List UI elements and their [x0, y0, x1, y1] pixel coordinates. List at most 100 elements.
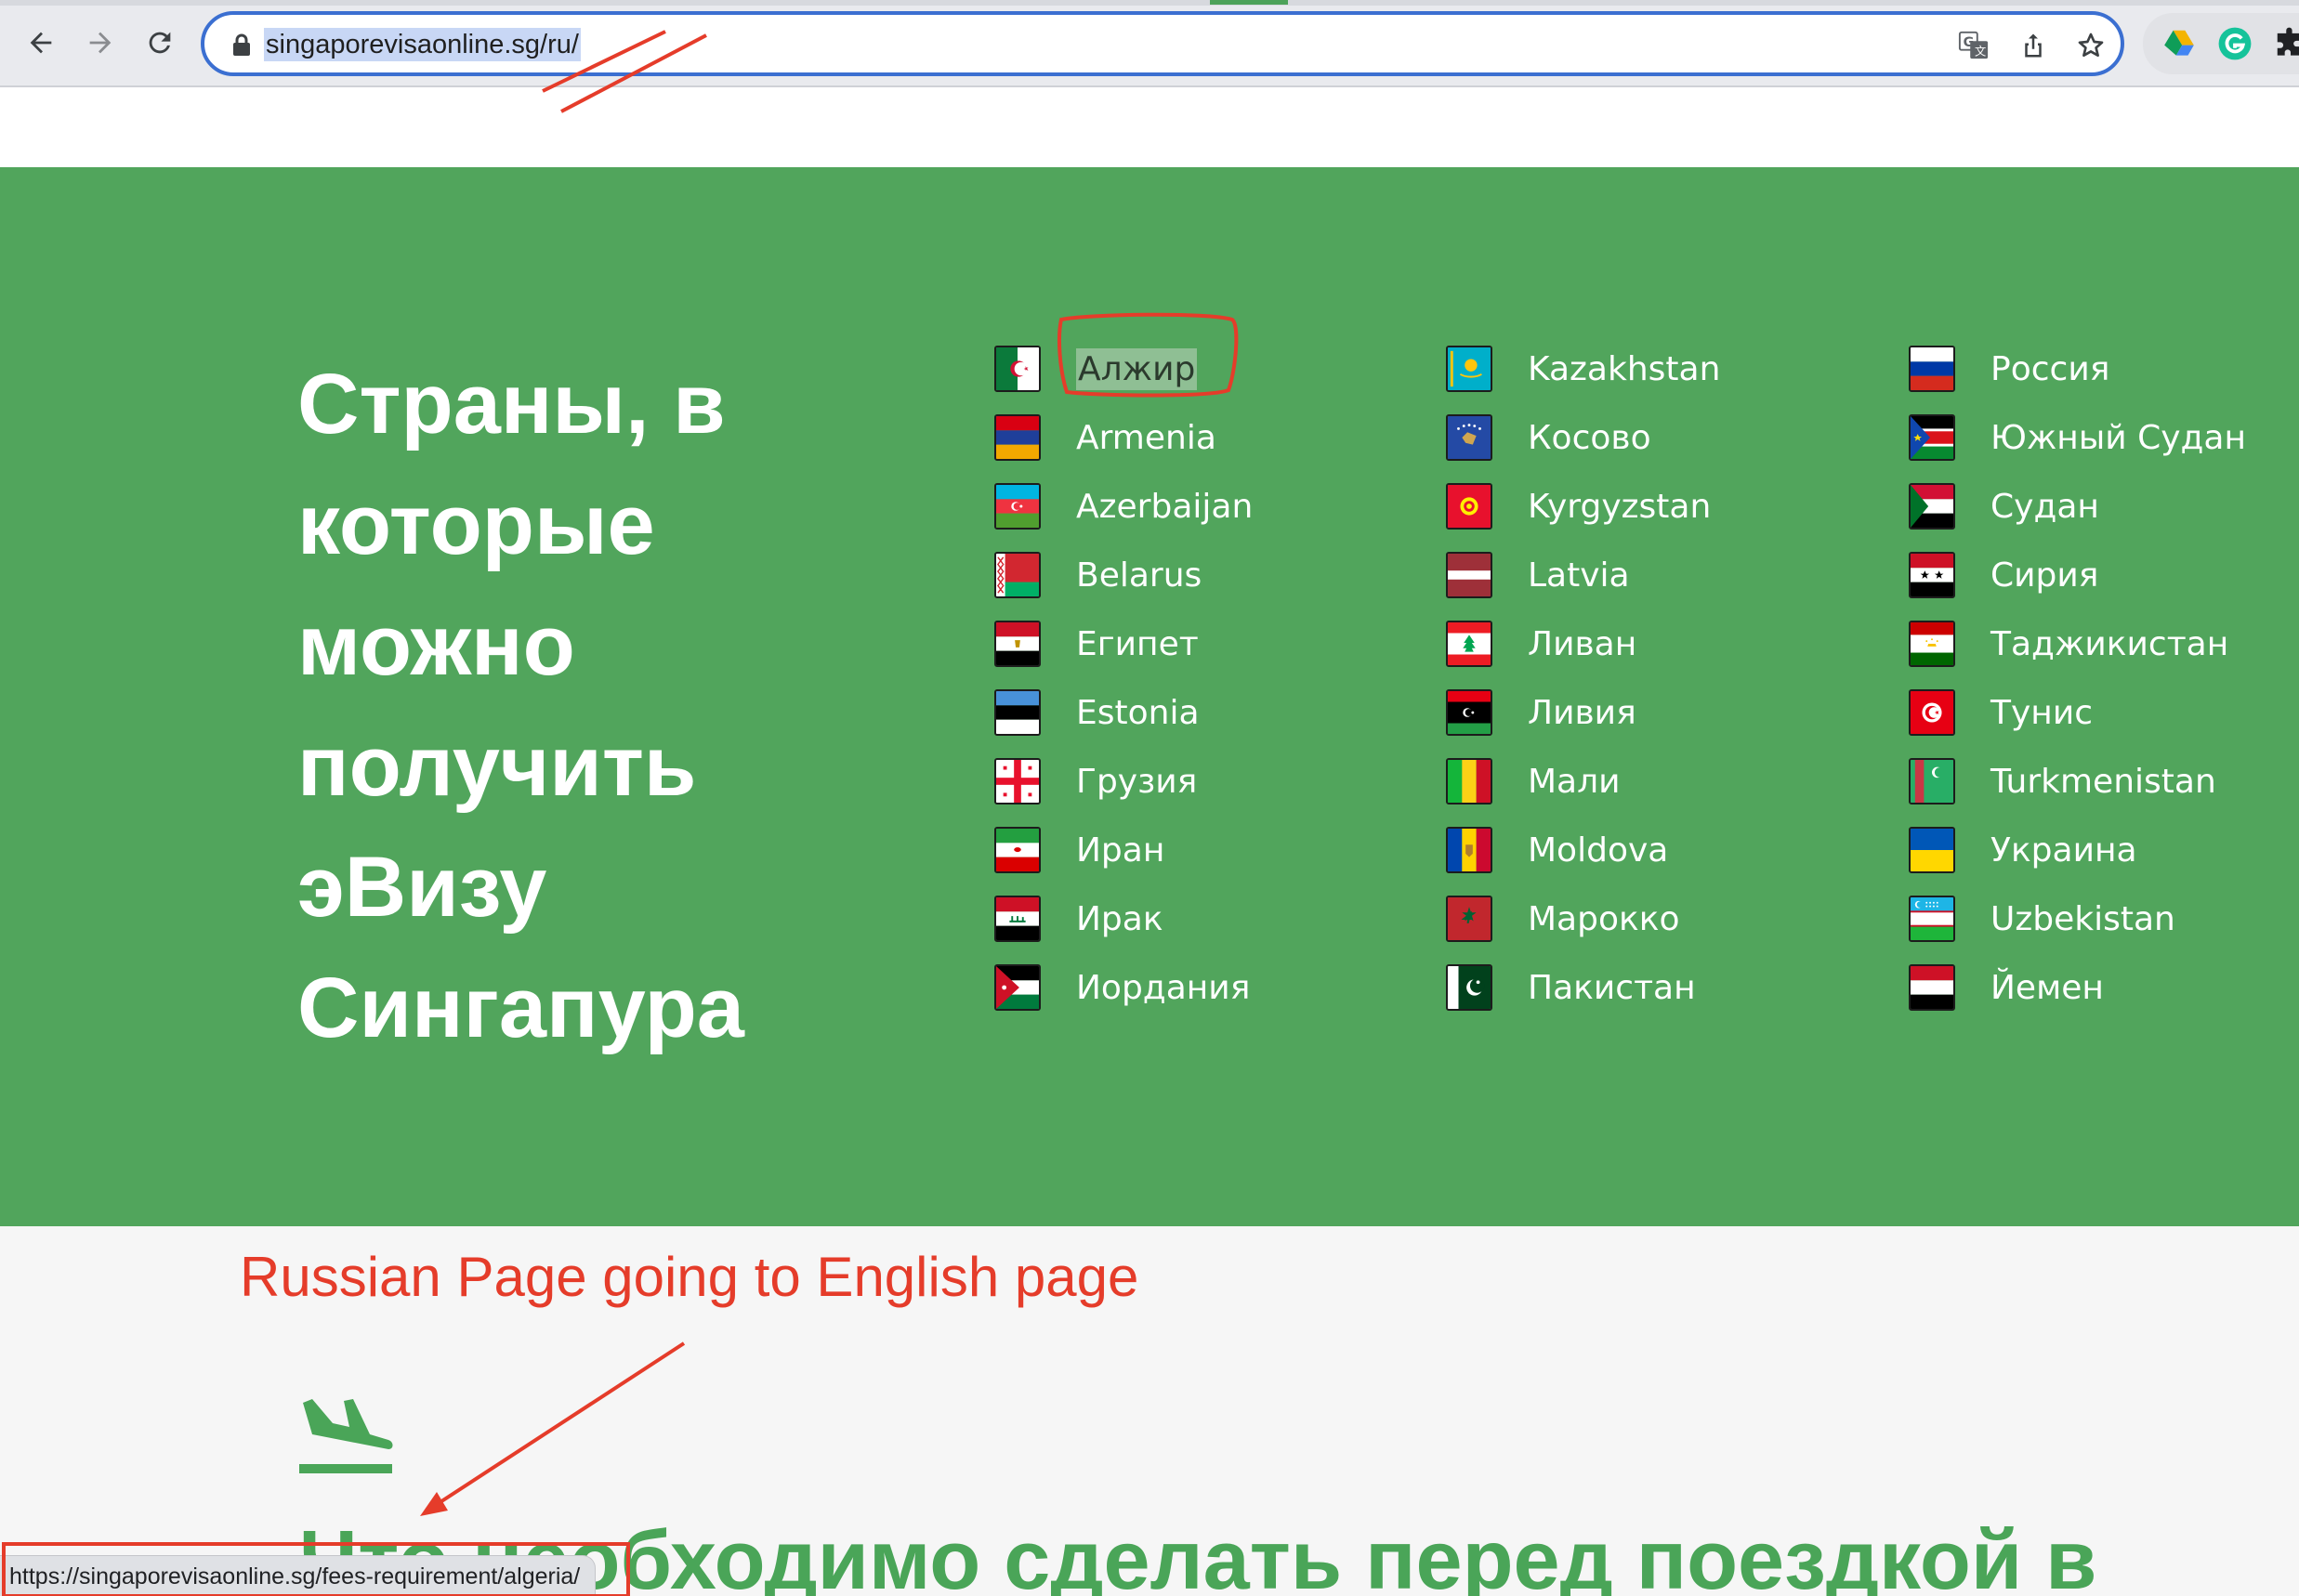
russia-flag	[1909, 346, 1955, 392]
country-link-belarus[interactable]: Belarus	[994, 541, 1440, 609]
country-name: Иран	[1076, 831, 1165, 870]
country-link-syria[interactable]: Сирия	[1909, 541, 2299, 609]
kosovo-flag	[1446, 414, 1492, 461]
mali-flag	[1446, 758, 1492, 805]
country-name: Belarus	[1076, 556, 1202, 595]
extensions-puzzle-icon[interactable]	[2273, 26, 2299, 61]
heading-line: Страны, в	[297, 357, 726, 451]
country-name: Марокко	[1528, 899, 1680, 938]
annotation-arrow	[431, 1341, 686, 1509]
country-link-mali[interactable]: Мали	[1446, 747, 1892, 816]
country-link-armenia[interactable]: Armenia	[994, 403, 1440, 472]
svg-text:文: 文	[1975, 44, 1986, 58]
lock-icon[interactable]	[230, 33, 253, 57]
address-bar[interactable]: singaporevisaonline.sg/ru/ G 文	[201, 11, 2124, 76]
country-name: Мали	[1528, 762, 1621, 801]
country-link-ukraine[interactable]: Украина	[1909, 816, 2299, 884]
country-name: Пакистан	[1528, 968, 1696, 1007]
translate-icon[interactable]: G 文	[1957, 29, 1990, 62]
reload-button[interactable]	[138, 20, 182, 65]
latvia-flag	[1446, 552, 1492, 598]
sudan-flag	[1909, 483, 1955, 530]
country-link-algeria[interactable]: Алжир	[994, 334, 1440, 403]
armenia-flag	[994, 414, 1041, 461]
morocco-flag	[1446, 896, 1492, 942]
page-header-strip	[0, 87, 2299, 167]
country-link-latvia[interactable]: Latvia	[1446, 541, 1892, 609]
country-name: Сирия	[1990, 556, 2099, 595]
country-link-pakistan[interactable]: Пакистан	[1446, 953, 1892, 1022]
country-link-turkmenistan[interactable]: Turkmenistan	[1909, 747, 2299, 816]
grammarly-icon[interactable]	[2217, 26, 2253, 61]
section-heading: Страны, в которые можно получить эВизу С…	[297, 344, 929, 1068]
country-name: Египет	[1076, 624, 1199, 663]
country-name: Косово	[1528, 418, 1651, 457]
estonia-flag	[994, 689, 1041, 736]
country-name: Таджикистан	[1990, 624, 2229, 663]
country-link-egypt[interactable]: Египет	[994, 609, 1440, 678]
country-link-tunisia[interactable]: Тунис	[1909, 678, 2299, 747]
country-link-moldova[interactable]: Moldova	[1446, 816, 1892, 884]
egypt-flag	[994, 621, 1041, 667]
google-drive-icon[interactable]	[2161, 26, 2197, 61]
country-link-azerbaijan[interactable]: Azerbaijan	[994, 472, 1440, 541]
country-name: Украина	[1990, 831, 2137, 870]
country-link-kyrgyzstan[interactable]: Kyrgyzstan	[1446, 472, 1892, 541]
country-link-estonia[interactable]: Estonia	[994, 678, 1440, 747]
country-link-morocco[interactable]: Марокко	[1446, 884, 1892, 953]
heading-line: эВизу	[297, 840, 547, 935]
country-link-tajikistan[interactable]: Таджикистан	[1909, 609, 2299, 678]
country-name: Turkmenistan	[1990, 762, 2216, 801]
country-link-kazakhstan[interactable]: Kazakhstan	[1446, 334, 1892, 403]
annotation-note: Russian Page going to English page	[240, 1246, 1139, 1308]
heading-line: можно	[297, 598, 575, 693]
moldova-flag	[1446, 827, 1492, 873]
country-name: Россия	[1990, 349, 2110, 388]
country-name: Kazakhstan	[1528, 349, 1721, 388]
country-link-iraq[interactable]: Ирак	[994, 884, 1440, 953]
country-link-libya[interactable]: Ливия	[1446, 678, 1892, 747]
pakistan-flag	[1446, 964, 1492, 1011]
heading-line: которые	[297, 477, 655, 572]
annotation-highlight-box	[2, 1542, 630, 1596]
extensions-area	[2143, 13, 2299, 74]
country-link-georgia[interactable]: Грузия	[994, 747, 1440, 816]
share-icon[interactable]	[2017, 29, 2050, 62]
country-link-lebanon[interactable]: Ливан	[1446, 609, 1892, 678]
heading-line: получить	[297, 719, 697, 814]
uzbekistan-flag	[1909, 896, 1955, 942]
arrow-left-icon	[30, 32, 52, 54]
jordan-flag	[994, 964, 1041, 1011]
country-name: Armenia	[1076, 418, 1216, 457]
iran-flag	[994, 827, 1041, 873]
back-button[interactable]	[19, 20, 63, 65]
country-name: Uzbekistan	[1990, 899, 2175, 938]
country-name: Грузия	[1076, 762, 1198, 801]
kyrgyzstan-flag	[1446, 483, 1492, 530]
country-link-kosovo[interactable]: Косово	[1446, 403, 1892, 472]
browser-toolbar: singaporevisaonline.sg/ru/ G 文	[0, 0, 2299, 87]
plane-landing-icon	[299, 1399, 393, 1473]
iraq-flag	[994, 896, 1041, 942]
country-link-jordan[interactable]: Иордания	[994, 953, 1440, 1022]
country-name: Иордания	[1076, 968, 1251, 1007]
belarus-flag	[994, 552, 1041, 598]
azerbaijan-flag	[994, 483, 1041, 530]
url-text[interactable]: singaporevisaonline.sg/ru/	[264, 28, 581, 61]
country-link-russia[interactable]: Россия	[1909, 334, 2299, 403]
country-name: Ливия	[1528, 693, 1636, 732]
tajikistan-flag	[1909, 621, 1955, 667]
country-link-sudan[interactable]: Судан	[1909, 472, 2299, 541]
country-link-iran[interactable]: Иран	[994, 816, 1440, 884]
country-name: Алжир	[1076, 347, 1198, 390]
tab-strip-edge	[0, 0, 2299, 6]
country-link-uzbekistan[interactable]: Uzbekistan	[1909, 884, 2299, 953]
country-link-yemen[interactable]: Йемен	[1909, 953, 2299, 1022]
bookmark-star-icon[interactable]	[2074, 29, 2108, 62]
forward-button[interactable]	[78, 20, 123, 65]
lebanon-flag	[1446, 621, 1492, 667]
ukraine-flag	[1909, 827, 1955, 873]
libya-flag	[1446, 689, 1492, 736]
country-link-south-sudan[interactable]: Южный Судан	[1909, 403, 2299, 472]
country-name: Estonia	[1076, 693, 1200, 732]
